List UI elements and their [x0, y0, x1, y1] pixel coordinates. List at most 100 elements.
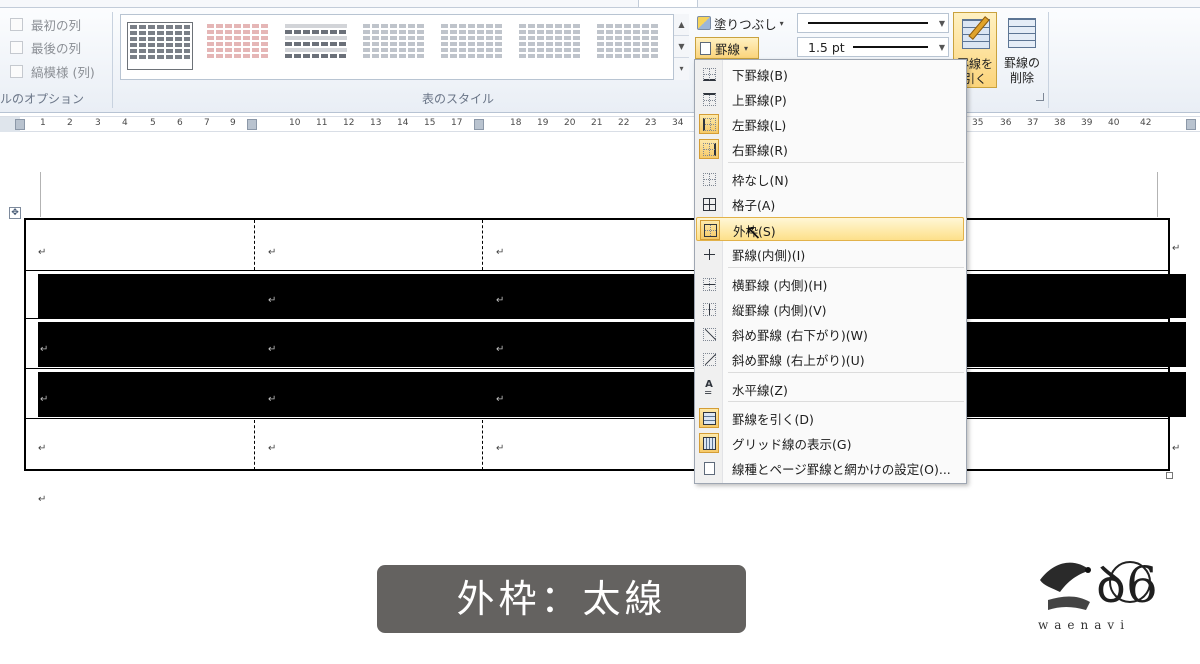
table-style-thumb[interactable] [127, 22, 193, 70]
borders-menu-item[interactable]: 右罫線(R) [696, 137, 964, 161]
borders-menu-item[interactable]: グリッド線の表示(G) [696, 431, 964, 455]
paragraph-mark: ↵ [268, 394, 277, 405]
eraser-label-1: 罫線の [1003, 56, 1040, 70]
borders-menu-item[interactable]: 枠なし(N) [696, 167, 964, 191]
ruler-tick-label: 21 [591, 118, 603, 128]
chevron-down-icon[interactable]: ▾ [744, 44, 748, 53]
ruler-column-marker[interactable] [15, 119, 25, 130]
ruler-tick-label: 37 [1027, 118, 1039, 128]
paragraph-mark: ↵ [268, 247, 277, 258]
pen-style-line [808, 22, 928, 24]
paragraph-mark: ↵ [38, 494, 47, 505]
borders-menu-item[interactable]: 斜め罫線 (右上がり)(U) [696, 347, 964, 371]
paragraph-mark: ↵ [38, 443, 47, 454]
table-resize-handle[interactable] [1166, 472, 1173, 479]
draw-table-icon [699, 408, 719, 428]
table-style-thumb[interactable] [439, 22, 505, 70]
ruler-column-marker[interactable] [474, 119, 484, 130]
inside-vertical-border-icon [699, 299, 719, 319]
ribbon-tab-strip [0, 0, 1200, 8]
table-row-selected[interactable] [38, 274, 1186, 318]
table-column-border [254, 220, 255, 270]
no-border-icon [699, 169, 719, 189]
tab-layout-active[interactable] [638, 0, 698, 8]
borders-menu-item-label: 縦罫線 (内側)(V) [732, 303, 827, 318]
table-column-border [482, 220, 483, 270]
ruler-tick-label: 1 [40, 118, 46, 128]
paragraph-mark: ↵ [1172, 243, 1181, 254]
paragraph-mark: ↵ [38, 247, 47, 258]
borders-menu-item-label: 斜め罫線 (右下がり)(W) [732, 328, 868, 343]
borders-menu-item-label: 水平線(Z) [732, 383, 788, 398]
option-banded-columns[interactable]: 縞模様 (列) [10, 61, 95, 81]
borders-menu-item[interactable]: 罫線(内側)(I) [696, 242, 964, 266]
pen-style-select[interactable]: ▼ [797, 13, 949, 33]
option-last-column[interactable]: 最後の列 [10, 37, 81, 57]
paint-bucket-icon [697, 16, 711, 30]
ruler-tick-label: 17 [451, 118, 463, 128]
ruler-tick-label: 14 [397, 118, 409, 128]
option-first-column[interactable]: 最初の列 [10, 14, 81, 34]
borders-menu-item-label: 横罫線 (内側)(H) [732, 278, 828, 293]
svg-text:ꝺ6: ꝺ6 [1096, 556, 1158, 614]
borders-shading-icon [699, 458, 719, 478]
ruler-tick-label: 20 [564, 118, 576, 128]
gallery-up-icon[interactable]: ▲ [674, 14, 689, 36]
ruler-tick-label: 4 [122, 118, 128, 128]
table-style-thumb[interactable] [205, 22, 271, 70]
banded-columns-checkbox[interactable] [10, 64, 23, 78]
borders-menu-item-label: 枠なし(N) [732, 173, 789, 188]
borders-menu-item[interactable]: 上罫線(P) [696, 87, 964, 111]
table-style-thumb[interactable] [361, 22, 427, 70]
borders-button[interactable]: 罫線 ▾ [695, 37, 759, 59]
borders-menu-item[interactable]: 外枠(S) [696, 217, 964, 241]
paragraph-mark: ↵ [268, 344, 277, 355]
menu-separator [728, 372, 964, 373]
gallery-more-icon[interactable]: ▾ [674, 58, 689, 80]
ruler-column-marker[interactable] [247, 119, 257, 130]
borders-menu-item[interactable]: 横罫線 (内側)(H) [696, 272, 964, 296]
borders-menu-item-label: 罫線(内側)(I) [732, 248, 806, 263]
chevron-down-icon[interactable]: ▾ [780, 19, 784, 28]
gallery-scroll[interactable]: ▲ ▼ ▾ [673, 14, 689, 80]
eraser-button[interactable]: 罫線の 削除 [1000, 12, 1044, 88]
pen-weight-value: 1.5 pt [808, 39, 845, 55]
ruler-tick-label: 19 [537, 118, 549, 128]
table-row-selected[interactable] [38, 322, 1186, 367]
ruler-tick-label: 22 [618, 118, 630, 128]
last-column-checkbox[interactable] [10, 40, 23, 54]
borders-menu-item[interactable]: 線種とページ罫線と網かけの設定(O)... [696, 456, 964, 480]
ruler-tick-label: 36 [1000, 118, 1012, 128]
ruler-column-marker[interactable] [1186, 119, 1196, 130]
right-border-icon [699, 139, 719, 159]
borders-menu-item[interactable]: 格子(A) [696, 192, 964, 216]
borders-menu-item[interactable]: 縦罫線 (内側)(V) [696, 297, 964, 321]
table-move-handle-icon[interactable]: ✥ [9, 207, 21, 219]
ruler-tick-label: 11 [316, 118, 328, 128]
logo-text: waenavi [1038, 618, 1131, 632]
table-style-thumb[interactable] [517, 22, 583, 70]
borders-menu-item[interactable]: 左罫線(L) [696, 112, 964, 136]
dialog-launcher-icon[interactable] [1036, 93, 1044, 101]
shading-button[interactable]: 塗りつぶし ▾ [697, 14, 784, 32]
borders-label: 罫線 [715, 41, 741, 57]
pen-weight-select[interactable]: 1.5 pt ▼ [797, 37, 949, 57]
horizontal-ruler[interactable]: 1 2 3 4 5 6 7 9 10 11 12 13 14 15 17 18 19 20 21 22 23 34 35 36… [0, 116, 1200, 132]
chevron-down-icon[interactable]: ▼ [936, 19, 948, 28]
mouse-cursor-icon: ↖ [745, 220, 762, 244]
borders-menu-item[interactable]: A ═ 水平線(Z) [696, 377, 964, 401]
table-row-selected[interactable] [38, 372, 1186, 417]
gallery-down-icon[interactable]: ▼ [674, 36, 689, 58]
paragraph-mark: ↵ [1172, 443, 1181, 454]
first-column-checkbox[interactable] [10, 17, 23, 31]
borders-menu-item[interactable]: 下罫線(B) [696, 62, 964, 86]
paragraph-mark: ↵ [496, 247, 505, 258]
borders-menu-item[interactable]: 斜め罫線 (右下がり)(W) [696, 322, 964, 346]
chevron-down-icon[interactable]: ▼ [936, 43, 948, 52]
paragraph-mark: ↵ [268, 295, 277, 306]
eraser-label-2: 削除 [1009, 71, 1034, 85]
table-style-thumb[interactable] [283, 22, 349, 70]
table-style-thumb[interactable] [595, 22, 661, 70]
ruler-tick-label: 38 [1054, 118, 1066, 128]
borders-menu-item[interactable]: 罫線を引く(D) [696, 406, 964, 430]
